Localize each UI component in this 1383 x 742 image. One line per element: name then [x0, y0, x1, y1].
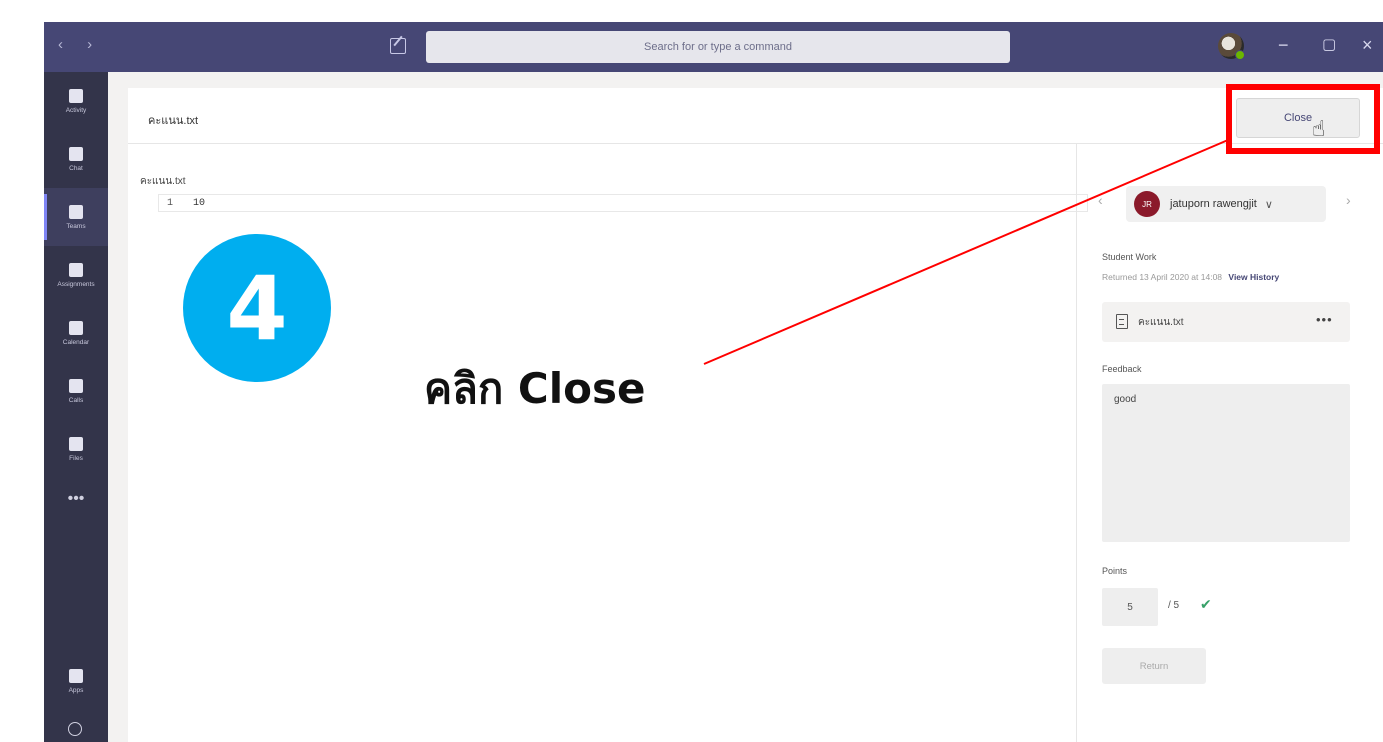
step-number-badge: 4: [183, 234, 331, 382]
teams-window: ‹ › Search for or type a command − ▢ × A…: [0, 0, 1383, 742]
pointer-line-stroke: [703, 139, 1229, 365]
instruction-text: คลิก Close: [424, 364, 646, 413]
pointer-line: [703, 139, 1229, 365]
